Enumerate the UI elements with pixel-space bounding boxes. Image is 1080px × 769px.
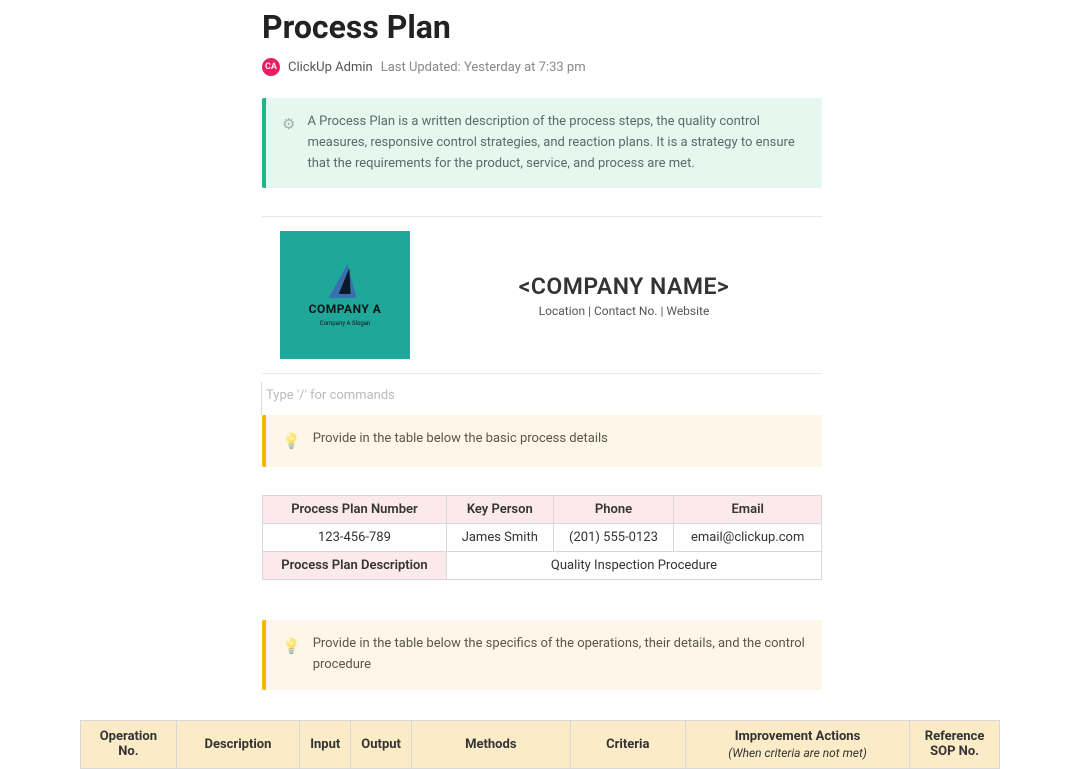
last-updated: Last Updated: Yesterday at 7:33 pm — [381, 60, 586, 75]
logo-slogan: Company A Slogan — [320, 320, 371, 327]
company-logo[interactable]: COMPANY A Company A Slogan — [280, 231, 410, 359]
header-criteria: Criteria — [570, 720, 685, 768]
info-callout-text: A Process Plan is a written description … — [307, 112, 806, 174]
page-title: Process Plan — [262, 8, 822, 46]
process-details-table[interactable]: Process Plan Number Key Person Phone Ema… — [262, 495, 822, 580]
author-name[interactable]: ClickUp Admin — [288, 60, 373, 75]
tip-callout-text: Provide in the table below the specifics… — [313, 634, 806, 676]
header-op-no: Operation No. — [81, 720, 177, 768]
header-description: Description — [176, 720, 299, 768]
operations-table[interactable]: Operation No. Description Input Output M… — [80, 720, 1000, 769]
tip-callout-2[interactable]: 💡 Provide in the table below the specifi… — [262, 620, 822, 690]
company-block: COMPANY A Company A Slogan <COMPANY NAME… — [262, 231, 822, 359]
header-reference: Reference SOP No. — [910, 720, 1000, 768]
tip-callout-1[interactable]: 💡 Provide in the table below the basic p… — [262, 415, 822, 467]
company-name-placeholder: <COMPANY NAME> — [426, 273, 822, 300]
header-email: Email — [674, 496, 822, 524]
page-meta: CA ClickUp Admin Last Updated: Yesterday… — [262, 58, 822, 76]
divider — [262, 216, 822, 217]
header-key-person: Key Person — [446, 496, 553, 524]
logo-name: COMPANY A — [309, 302, 382, 316]
divider — [262, 373, 822, 374]
header-output: Output — [351, 720, 412, 768]
header-phone: Phone — [553, 496, 674, 524]
header-desc: Process Plan Description — [263, 552, 447, 580]
header-methods: Methods — [411, 720, 570, 768]
lightbulb-icon: 💡 — [282, 634, 301, 676]
company-text[interactable]: <COMPANY NAME> Location | Contact No. | … — [426, 273, 822, 318]
cell-email[interactable]: email@clickup.com — [674, 524, 822, 552]
lightbulb-icon: 💡 — [282, 429, 301, 453]
cell-desc[interactable]: Quality Inspection Procedure — [446, 552, 821, 580]
company-subline: Location | Contact No. | Website — [426, 304, 822, 318]
gear-icon: ⚙ — [282, 112, 295, 174]
logo-icon — [329, 264, 362, 298]
header-improvement: Improvement Actions (When criteria are n… — [685, 720, 909, 768]
cell-phone[interactable]: (201) 555-0123 — [553, 524, 674, 552]
cell-plan-number[interactable]: 123-456-789 — [263, 524, 447, 552]
cell-key-person[interactable]: James Smith — [446, 524, 553, 552]
header-plan-number: Process Plan Number — [263, 496, 447, 524]
author-avatar[interactable]: CA — [262, 58, 280, 76]
header-input: Input — [300, 720, 351, 768]
tip-callout-text: Provide in the table below the basic pro… — [313, 429, 608, 453]
slash-command-prompt[interactable]: Type '/' for commands — [261, 382, 822, 415]
info-callout[interactable]: ⚙ A Process Plan is a written descriptio… — [262, 98, 822, 188]
